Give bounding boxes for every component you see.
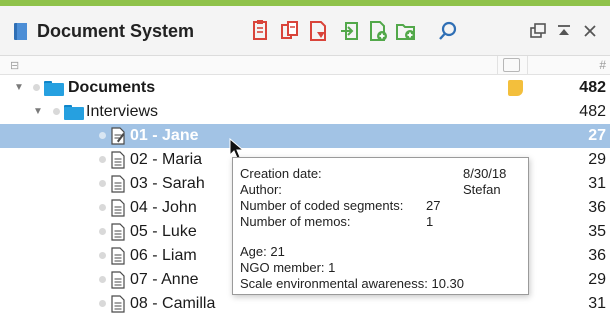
tree-row-interviews[interactable]: ▼ Interviews 482 bbox=[0, 100, 610, 124]
coded-segment-count: 29 bbox=[588, 271, 606, 288]
activation-dot[interactable] bbox=[99, 204, 106, 211]
column-header: ⊟ # bbox=[0, 56, 610, 75]
activation-dot[interactable] bbox=[99, 228, 106, 235]
coded-segment-count: 31 bbox=[588, 175, 606, 192]
folder-icon bbox=[64, 105, 84, 120]
memos-label: Number of memos: bbox=[240, 214, 351, 229]
memos-value: 1 bbox=[426, 214, 434, 229]
coded-segment-count: 27 bbox=[588, 127, 606, 144]
coded-segment-count: 31 bbox=[588, 295, 606, 312]
coded-segment-count: 36 bbox=[588, 199, 606, 216]
activation-dot[interactable] bbox=[99, 180, 106, 187]
variable-environmental-scale: Scale environmental awareness: 10.30 bbox=[240, 276, 465, 291]
coded-segments-value: 27 bbox=[426, 198, 441, 213]
coded-segment-count: 35 bbox=[588, 223, 606, 240]
tree-label: 06 - Liam bbox=[130, 247, 197, 264]
new-document-icon[interactable] bbox=[366, 19, 390, 43]
minimize-window-icon[interactable] bbox=[552, 19, 576, 43]
document-icon bbox=[111, 271, 125, 289]
column-divider bbox=[497, 56, 498, 75]
creation-date-label: Creation date: bbox=[240, 166, 322, 181]
document-icon bbox=[111, 295, 125, 313]
tree-label: 08 - Camilla bbox=[130, 295, 216, 312]
document-system-icon bbox=[14, 23, 27, 40]
folder-icon bbox=[44, 81, 64, 96]
document-icon bbox=[111, 247, 125, 265]
coded-segment-count: 29 bbox=[588, 151, 606, 168]
tree-label: 05 - Luke bbox=[130, 223, 197, 240]
window-titlebar: Document System bbox=[0, 6, 610, 56]
tree-label: Documents bbox=[68, 79, 156, 96]
count-column-header[interactable]: # bbox=[560, 58, 606, 72]
tree-label: 04 - John bbox=[130, 199, 197, 216]
variable-age: Age: 21 bbox=[240, 244, 285, 259]
memo-icon[interactable] bbox=[508, 80, 523, 96]
window-title: Document System bbox=[37, 21, 195, 41]
expand-arrow-icon[interactable]: ▼ bbox=[33, 106, 43, 117]
coded-segment-count: 482 bbox=[579, 103, 606, 120]
document-icon bbox=[111, 199, 125, 217]
filter-document-icon[interactable] bbox=[306, 19, 330, 43]
tree-label: 01 - Jane bbox=[130, 127, 199, 144]
author-label: Author: bbox=[240, 182, 282, 197]
activation-dot[interactable] bbox=[99, 156, 106, 163]
author-value: Stefan bbox=[463, 182, 501, 197]
new-document-group-icon[interactable] bbox=[394, 19, 418, 43]
activate-documents-icon[interactable] bbox=[248, 19, 272, 43]
edited-document-icon bbox=[111, 127, 125, 145]
tree-label: 02 - Maria bbox=[130, 151, 203, 168]
expand-arrow-icon[interactable]: ▼ bbox=[14, 82, 24, 93]
variable-ngo-member: NGO member: 1 bbox=[240, 260, 336, 275]
memo-column-icon[interactable] bbox=[503, 58, 520, 72]
activation-dot[interactable] bbox=[53, 108, 60, 115]
document-icon bbox=[111, 175, 125, 193]
import-document-icon[interactable] bbox=[338, 19, 362, 43]
document-icon bbox=[111, 223, 125, 241]
search-icon[interactable] bbox=[436, 19, 460, 43]
column-divider bbox=[527, 56, 528, 75]
activation-dot[interactable] bbox=[99, 300, 106, 307]
activate-sets-icon[interactable] bbox=[278, 19, 302, 43]
close-window-icon[interactable] bbox=[578, 19, 602, 43]
activation-dot[interactable] bbox=[33, 84, 40, 91]
coded-segment-count: 36 bbox=[588, 247, 606, 264]
document-icon bbox=[111, 151, 125, 169]
tree-label: 03 - Sarah bbox=[130, 175, 205, 192]
coded-segment-count: 482 bbox=[579, 79, 606, 96]
tree-row-document[interactable]: 01 - Jane 27 bbox=[0, 124, 610, 148]
tree-label: 07 - Anne bbox=[130, 271, 199, 288]
tree-row-document[interactable]: 08 - Camilla 31 bbox=[0, 292, 610, 316]
creation-date-value: 8/30/18 bbox=[463, 166, 507, 181]
collapse-tree-icon[interactable]: ⊟ bbox=[10, 59, 19, 72]
document-info-tooltip: Creation date: 8/30/18 Author: Stefan Nu… bbox=[232, 157, 529, 295]
coded-segments-label: Number of coded segments: bbox=[240, 198, 404, 213]
tree-label: Interviews bbox=[86, 103, 159, 120]
undock-window-icon[interactable] bbox=[526, 19, 550, 43]
tree-row-documents[interactable]: ▼ Documents 482 bbox=[0, 76, 610, 100]
activation-dot[interactable] bbox=[99, 276, 106, 283]
activation-dot[interactable] bbox=[99, 252, 106, 259]
activation-dot[interactable] bbox=[99, 132, 106, 139]
